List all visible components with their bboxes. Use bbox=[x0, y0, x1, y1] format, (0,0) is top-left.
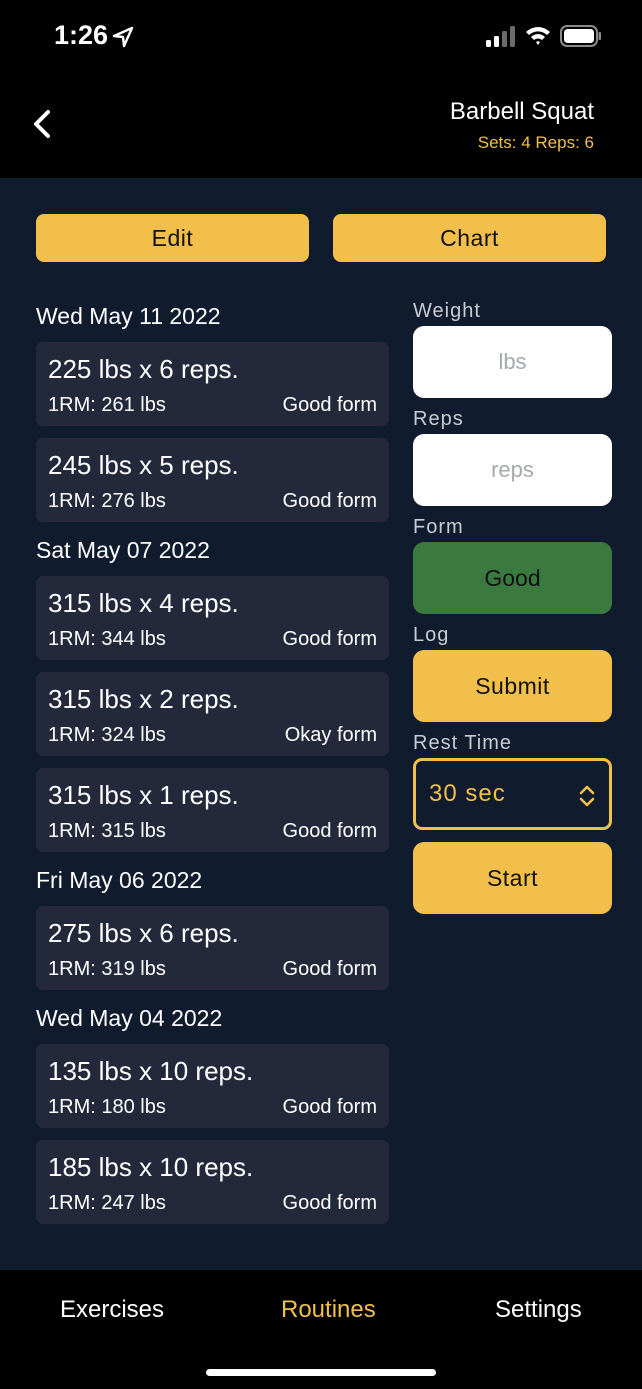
location-arrow-icon bbox=[112, 26, 134, 48]
set-summary: 225 lbs x 6 reps. bbox=[48, 354, 239, 384]
session-date: Wed May 04 2022 bbox=[36, 1005, 223, 1031]
reps-input[interactable] bbox=[413, 434, 612, 506]
one-rep-max: 1RM: 344 lbs bbox=[48, 628, 166, 650]
form-selector[interactable]: Good bbox=[413, 542, 612, 614]
session-date: Fri May 06 2022 bbox=[36, 867, 203, 893]
form-rating: Good form bbox=[282, 628, 377, 650]
nav-header: Barbell Squat Sets: 4 Reps: 6 bbox=[0, 80, 642, 178]
submit-button[interactable]: Submit bbox=[413, 650, 612, 722]
set-summary: 315 lbs x 4 reps. bbox=[48, 588, 239, 618]
weight-label: Weight bbox=[413, 300, 481, 322]
chart-button[interactable]: Chart bbox=[333, 214, 606, 262]
set-summary: 315 lbs x 1 reps. bbox=[48, 780, 239, 810]
history-list[interactable]: Wed May 11 2022 225 lbs x 6 reps. 1RM: 261… bbox=[36, 288, 389, 1270]
form-rating: Good form bbox=[282, 490, 377, 512]
log-panel: Weight Reps Form Good Log Submit Rest Ti… bbox=[413, 296, 612, 914]
one-rep-max: 1RM: 261 lbs bbox=[48, 394, 166, 416]
reps-label: Reps bbox=[413, 408, 464, 430]
form-rating: Good form bbox=[282, 958, 377, 980]
tab-settings[interactable]: Settings bbox=[495, 1296, 582, 1324]
set-summary: 315 lbs x 2 reps. bbox=[48, 684, 239, 714]
back-chevron-icon[interactable] bbox=[28, 106, 58, 142]
one-rep-max: 1RM: 319 lbs bbox=[48, 958, 166, 980]
one-rep-max: 1RM: 324 lbs bbox=[48, 724, 166, 746]
one-rep-max: 1RM: 180 lbs bbox=[48, 1096, 166, 1118]
set-summary: 245 lbs x 5 reps. bbox=[48, 450, 239, 480]
set-card[interactable]: 185 lbs x 10 reps. 1RM: 247 lbs Good form bbox=[36, 1140, 389, 1224]
set-card[interactable]: 135 lbs x 10 reps. 1RM: 180 lbs Good form bbox=[36, 1044, 389, 1128]
form-label: Form bbox=[413, 516, 464, 538]
form-rating: Good form bbox=[282, 820, 377, 842]
status-time: 1:26 bbox=[54, 20, 109, 50]
session-date: Sat May 07 2022 bbox=[36, 537, 210, 563]
set-summary: 135 lbs x 10 reps. bbox=[48, 1056, 254, 1086]
set-card[interactable]: 315 lbs x 2 reps. 1RM: 324 lbs Okay form bbox=[36, 672, 389, 756]
wifi-icon bbox=[526, 27, 550, 45]
set-card[interactable]: 245 lbs x 5 reps. 1RM: 276 lbs Good form bbox=[36, 438, 389, 522]
set-card[interactable]: 315 lbs x 4 reps. 1RM: 344 lbs Good form bbox=[36, 576, 389, 660]
set-card[interactable]: 315 lbs x 1 reps. 1RM: 315 lbs Good form bbox=[36, 768, 389, 852]
one-rep-max: 1RM: 276 lbs bbox=[48, 490, 166, 512]
home-indicator bbox=[206, 1369, 436, 1376]
status-bar: 1:26 bbox=[0, 0, 642, 80]
form-rating: Good form bbox=[282, 1096, 377, 1118]
form-rating: Good form bbox=[282, 394, 377, 416]
set-summary: 185 lbs x 10 reps. bbox=[48, 1152, 254, 1182]
set-card[interactable]: 225 lbs x 6 reps. 1RM: 261 lbs Good form bbox=[36, 342, 389, 426]
set-summary: 275 lbs x 6 reps. bbox=[48, 918, 239, 948]
edit-button[interactable]: Edit bbox=[36, 214, 309, 262]
tab-bar: Exercises Routines Settings bbox=[0, 1270, 642, 1389]
rest-time-select[interactable]: 30 sec bbox=[413, 758, 612, 830]
weight-input[interactable] bbox=[413, 326, 612, 398]
form-rating: Good form bbox=[282, 1192, 377, 1214]
signal-icon bbox=[486, 26, 515, 47]
rest-time-value: 30 sec bbox=[429, 780, 506, 807]
exercise-subtitle: Sets: 4 Reps: 6 bbox=[477, 133, 594, 152]
exercise-title: Barbell Squat bbox=[449, 98, 594, 125]
tab-exercises[interactable]: Exercises bbox=[60, 1296, 164, 1324]
up-down-chevron-icon bbox=[579, 785, 595, 807]
one-rep-max: 1RM: 247 lbs bbox=[48, 1192, 166, 1214]
set-card[interactable]: 275 lbs x 6 reps. 1RM: 319 lbs Good form bbox=[36, 906, 389, 990]
one-rep-max: 1RM: 315 lbs bbox=[48, 820, 166, 842]
session-date: Wed May 11 2022 bbox=[36, 303, 221, 329]
battery-icon bbox=[560, 25, 601, 47]
rest-time-label: Rest Time bbox=[413, 732, 513, 754]
start-timer-button[interactable]: Start bbox=[413, 842, 612, 914]
log-label: Log bbox=[413, 624, 450, 646]
tab-routines[interactable]: Routines bbox=[281, 1296, 376, 1324]
form-rating: Okay form bbox=[284, 724, 377, 746]
